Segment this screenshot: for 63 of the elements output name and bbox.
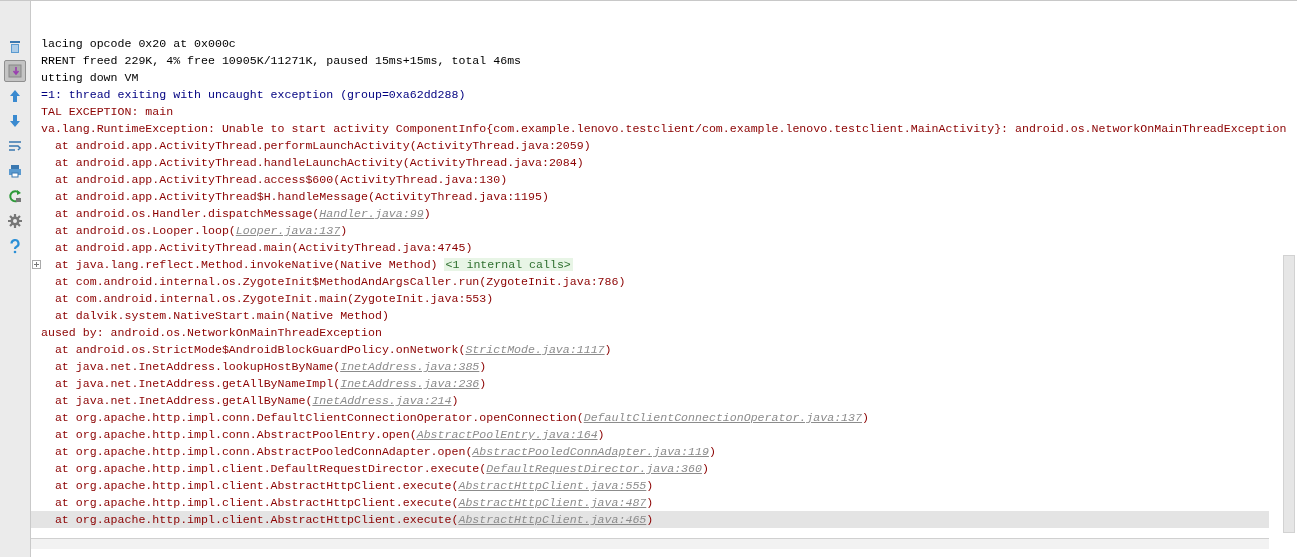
- scroll-to-end-icon: [6, 62, 24, 80]
- source-link[interactable]: AbstractPoolEntry.java:164: [416, 428, 598, 441]
- scroll-to-end-button[interactable]: [4, 60, 26, 82]
- log-text: at android.app.ActivityThread.main(ActivityThread.java:4745): [53, 241, 473, 254]
- source-link[interactable]: InetAddress.java:214: [312, 394, 452, 407]
- source-link[interactable]: AbstractHttpClient.java:465: [458, 513, 647, 526]
- log-text: ): [646, 513, 654, 526]
- log-text: =1: thread exiting with uncaught exception (group=0xa62dd288): [41, 88, 466, 101]
- log-text: at java.net.InetAddress.getAllByNameImpl(: [53, 377, 341, 390]
- expand-toggle[interactable]: [31, 260, 41, 269]
- log-text: aused by: android.os.NetworkOnMainThreadException: [41, 326, 382, 339]
- source-link[interactable]: DefaultClientConnectionOperator.java:137: [583, 411, 862, 424]
- log-text: at android.os.Looper.loop(: [53, 224, 236, 237]
- source-link[interactable]: InetAddress.java:236: [340, 377, 480, 390]
- print-icon: [6, 162, 24, 180]
- log-text: at org.apache.http.impl.conn.DefaultClientConnectionOperator.openConnection(: [53, 411, 584, 424]
- log-text: ): [862, 411, 869, 424]
- log-text: at java.net.InetAddress.lookupHostByName(: [53, 360, 341, 373]
- log-text: lacing opcode 0x20 at 0x000c: [41, 37, 236, 50]
- log-text: ): [604, 343, 612, 356]
- log-text: at org.apache.http.impl.conn.AbstractPooledConnAdapter.open(: [53, 445, 473, 458]
- source-link[interactable]: Looper.java:137: [235, 224, 341, 237]
- log-text: ): [423, 207, 431, 220]
- log-text: at org.apache.http.impl.client.DefaultRequestDirector.execute(: [53, 462, 487, 475]
- source-link[interactable]: AbstractHttpClient.java:487: [458, 496, 647, 509]
- log-text: at android.os.StrictMode$AndroidBlockGuardPolicy.onNetwork(: [53, 343, 466, 356]
- log-text: at org.apache.http.impl.client.AbstractHttpClient.execute(: [53, 479, 459, 492]
- log-text: at android.app.ActivityThread$H.handleMessage(ActivityThread.java:1195): [53, 190, 549, 203]
- log-text: at com.android.internal.os.ZygoteInit.main(ZygoteInit.java:553): [53, 292, 494, 305]
- log-text: at java.lang.reflect.Method.invokeNative(Native Method): [53, 258, 438, 271]
- log-text: ): [479, 360, 487, 373]
- log-text: ): [340, 224, 348, 237]
- log-text: at dalvik.system.NativeStart.main(Native Method): [53, 309, 389, 322]
- source-link[interactable]: StrictMode.java:1117: [465, 343, 605, 356]
- source-link[interactable]: AbstractPooledConnAdapter.java:119: [472, 445, 709, 458]
- log-text: ): [708, 445, 716, 458]
- restart-icon: [6, 187, 24, 205]
- log-text: ): [701, 462, 709, 475]
- log-text: ): [646, 479, 654, 492]
- log-text: ): [479, 377, 487, 390]
- log-text: va.lang.RuntimeException: Unable to start activity ComponentInfo{com.example.lenovo.testclient/com.example.lenovo.testclient.MainActivity}: android.os.NetworkOnMainThreadException: [41, 122, 1287, 135]
- horizontal-scrollbar[interactable]: [31, 538, 1269, 549]
- settings-icon: [6, 212, 24, 230]
- log-text: ): [451, 394, 459, 407]
- source-link[interactable]: AbstractHttpClient.java:555: [458, 479, 647, 492]
- log-text: at com.android.internal.os.ZygoteInit$MethodAndArgsCaller.run(ZygoteInit.java:786): [53, 275, 626, 288]
- log-text: at org.apache.http.impl.client.AbstractHttpClient.execute(: [53, 513, 459, 526]
- log-text: RRENT freed 229K, 4% free 10905K/11271K, paused 15ms+15ms, total 46ms: [41, 54, 522, 67]
- log-text: at java.net.InetAddress.getAllByName(: [53, 394, 313, 407]
- log-text: at android.app.ActivityThread.handleLaunchActivity(ActivityThread.java:2084): [53, 156, 584, 169]
- folded-calls-label[interactable]: <1 internal calls>: [443, 258, 573, 271]
- log-text: utting down VM: [41, 71, 139, 84]
- log-text: TAL EXCEPTION: main: [41, 105, 174, 118]
- source-link[interactable]: DefaultRequestDirector.java:360: [486, 462, 702, 475]
- log-text: at android.app.ActivityThread.access$600(ActivityThread.java:130): [53, 173, 508, 186]
- log-text: ): [646, 496, 654, 509]
- log-text: at android.app.ActivityThread.performLaunchActivity(ActivityThread.java:2059): [53, 139, 591, 152]
- source-link[interactable]: InetAddress.java:385: [340, 360, 480, 373]
- log-text: at org.apache.http.impl.client.AbstractHttpClient.execute(: [53, 496, 459, 509]
- source-link[interactable]: Handler.java:99: [319, 207, 424, 220]
- log-text: at android.os.Handler.dispatchMessage(: [53, 207, 320, 220]
- log-text: at org.apache.http.impl.conn.AbstractPoolEntry.open(: [53, 428, 417, 441]
- log-text: ): [597, 428, 605, 441]
